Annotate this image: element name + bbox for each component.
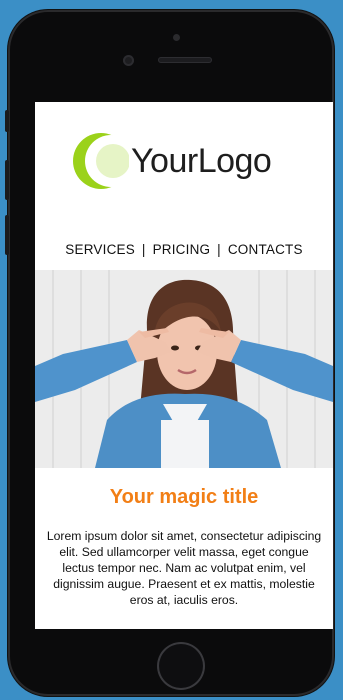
side-button-volume-up: [5, 160, 9, 200]
nav-menu: SERVICES | PRICING | CONTACTS: [35, 242, 333, 257]
top-sensor: [173, 34, 180, 41]
content-title: Your magic title: [109, 486, 259, 508]
home-button[interactable]: [157, 642, 205, 690]
nav-item-services[interactable]: SERVICES: [65, 242, 135, 257]
crescent-moon-icon: [73, 133, 129, 189]
side-button-mute: [5, 110, 9, 132]
nav-separator: |: [141, 242, 146, 257]
logo-text: YourLogo: [131, 141, 272, 180]
side-button-volume-down: [5, 215, 9, 255]
content-body: Lorem ipsum dolor sit amet, consectetur …: [46, 529, 322, 607]
nav-separator: |: [217, 242, 221, 257]
hero-photo-woman: [35, 270, 333, 468]
earpiece-speaker: [158, 57, 212, 63]
nav-item-contacts[interactable]: CONTACTS: [228, 242, 303, 257]
front-camera-icon: [123, 55, 134, 66]
logo[interactable]: YourLogo: [73, 130, 272, 192]
phone-screen: YourLogo SERVICES | PRICING | CONTACTS Y…: [35, 102, 333, 629]
nav-item-pricing[interactable]: PRICING: [153, 242, 211, 257]
phone-frame: YourLogo SERVICES | PRICING | CONTACTS Y…: [5, 10, 334, 696]
hero-image: [35, 270, 333, 468]
